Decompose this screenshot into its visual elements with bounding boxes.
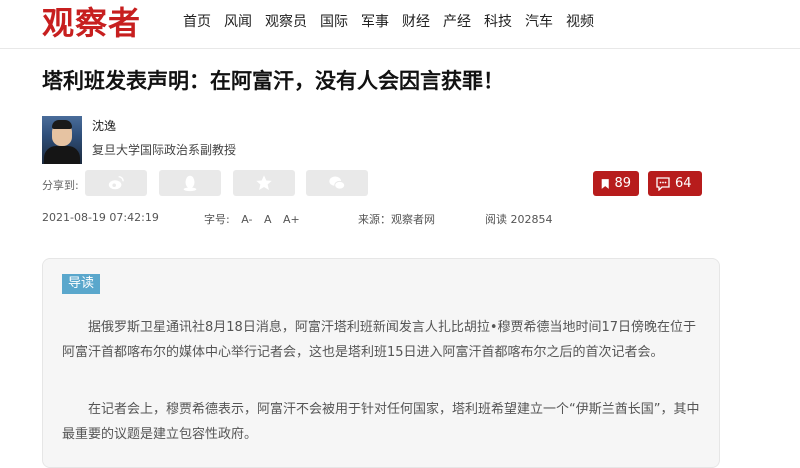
nav-observer[interactable]: 观察员 bbox=[265, 12, 307, 32]
comment-count-button[interactable]: 64 bbox=[648, 171, 702, 196]
nav-tech[interactable]: 科技 bbox=[484, 12, 512, 32]
view-count: 阅读 202854 bbox=[485, 213, 553, 226]
main-nav: 首页 风闻 观察员 国际 军事 财经 产经 科技 汽车 视频 bbox=[183, 12, 607, 32]
publish-datetime: 2021-08-19 07:42:19 bbox=[42, 211, 159, 224]
share-label: 分享到: bbox=[42, 179, 79, 192]
share-wechat-button[interactable] bbox=[306, 170, 368, 196]
nav-industry[interactable]: 产经 bbox=[443, 12, 471, 32]
comment-count: 64 bbox=[675, 176, 692, 191]
digest-box: 导读 据俄罗斯卫星通讯社8月18日消息，阿富汗塔利班新闻发言人扎比胡拉•穆贾希德… bbox=[42, 258, 720, 468]
author-avatar[interactable] bbox=[42, 116, 82, 164]
author-name[interactable]: 沈逸 bbox=[92, 117, 116, 134]
bookmark-count-button[interactable]: 89 bbox=[593, 171, 639, 196]
qzone-star-icon bbox=[256, 175, 272, 191]
qq-icon bbox=[183, 175, 197, 192]
font-size-label: 字号: bbox=[204, 213, 230, 226]
site-header: 观察者 首页 风闻 观察员 国际 军事 财经 产经 科技 汽车 视频 bbox=[0, 0, 800, 49]
font-size-control: 字号: A- A A+ bbox=[204, 211, 308, 227]
font-size-normal-button[interactable]: A bbox=[264, 213, 272, 226]
article-source: 来源：观察者网 bbox=[358, 213, 435, 226]
share-weibo-button[interactable] bbox=[85, 170, 147, 196]
weibo-icon bbox=[108, 175, 124, 190]
font-size-smaller-button[interactable]: A- bbox=[241, 213, 252, 226]
author-title: 复旦大学国际政治系副教授 bbox=[92, 143, 237, 157]
font-size-larger-button[interactable]: A+ bbox=[283, 213, 300, 226]
nav-fengwen[interactable]: 风闻 bbox=[224, 12, 252, 32]
share-qzone-button[interactable] bbox=[233, 170, 295, 196]
nav-finance[interactable]: 财经 bbox=[402, 12, 430, 32]
nav-home[interactable]: 首页 bbox=[183, 12, 211, 32]
article-title: 塔利班发表声明：在阿富汗，没有人会因言获罪！ bbox=[42, 69, 504, 93]
nav-international[interactable]: 国际 bbox=[320, 12, 348, 32]
bookmark-icon bbox=[601, 178, 609, 189]
comment-icon bbox=[656, 176, 670, 191]
nav-video[interactable]: 视频 bbox=[566, 12, 594, 32]
digest-paragraph: 在记者会上，穆贾希德表示，阿富汗不会被用于针对任何国家，塔利班希望建立一个“伊斯… bbox=[62, 402, 700, 442]
nav-military[interactable]: 军事 bbox=[361, 12, 389, 32]
wechat-icon bbox=[329, 176, 346, 190]
nav-auto[interactable]: 汽车 bbox=[525, 12, 553, 32]
site-logo[interactable]: 观察者 bbox=[42, 0, 141, 46]
digest-tag: 导读 bbox=[62, 274, 101, 294]
digest-paragraph: 据俄罗斯卫星通讯社8月18日消息，阿富汗塔利班新闻发言人扎比胡拉•穆贾希德当地时… bbox=[62, 320, 697, 360]
share-qq-button[interactable] bbox=[159, 170, 221, 196]
bookmark-count: 89 bbox=[614, 176, 631, 191]
